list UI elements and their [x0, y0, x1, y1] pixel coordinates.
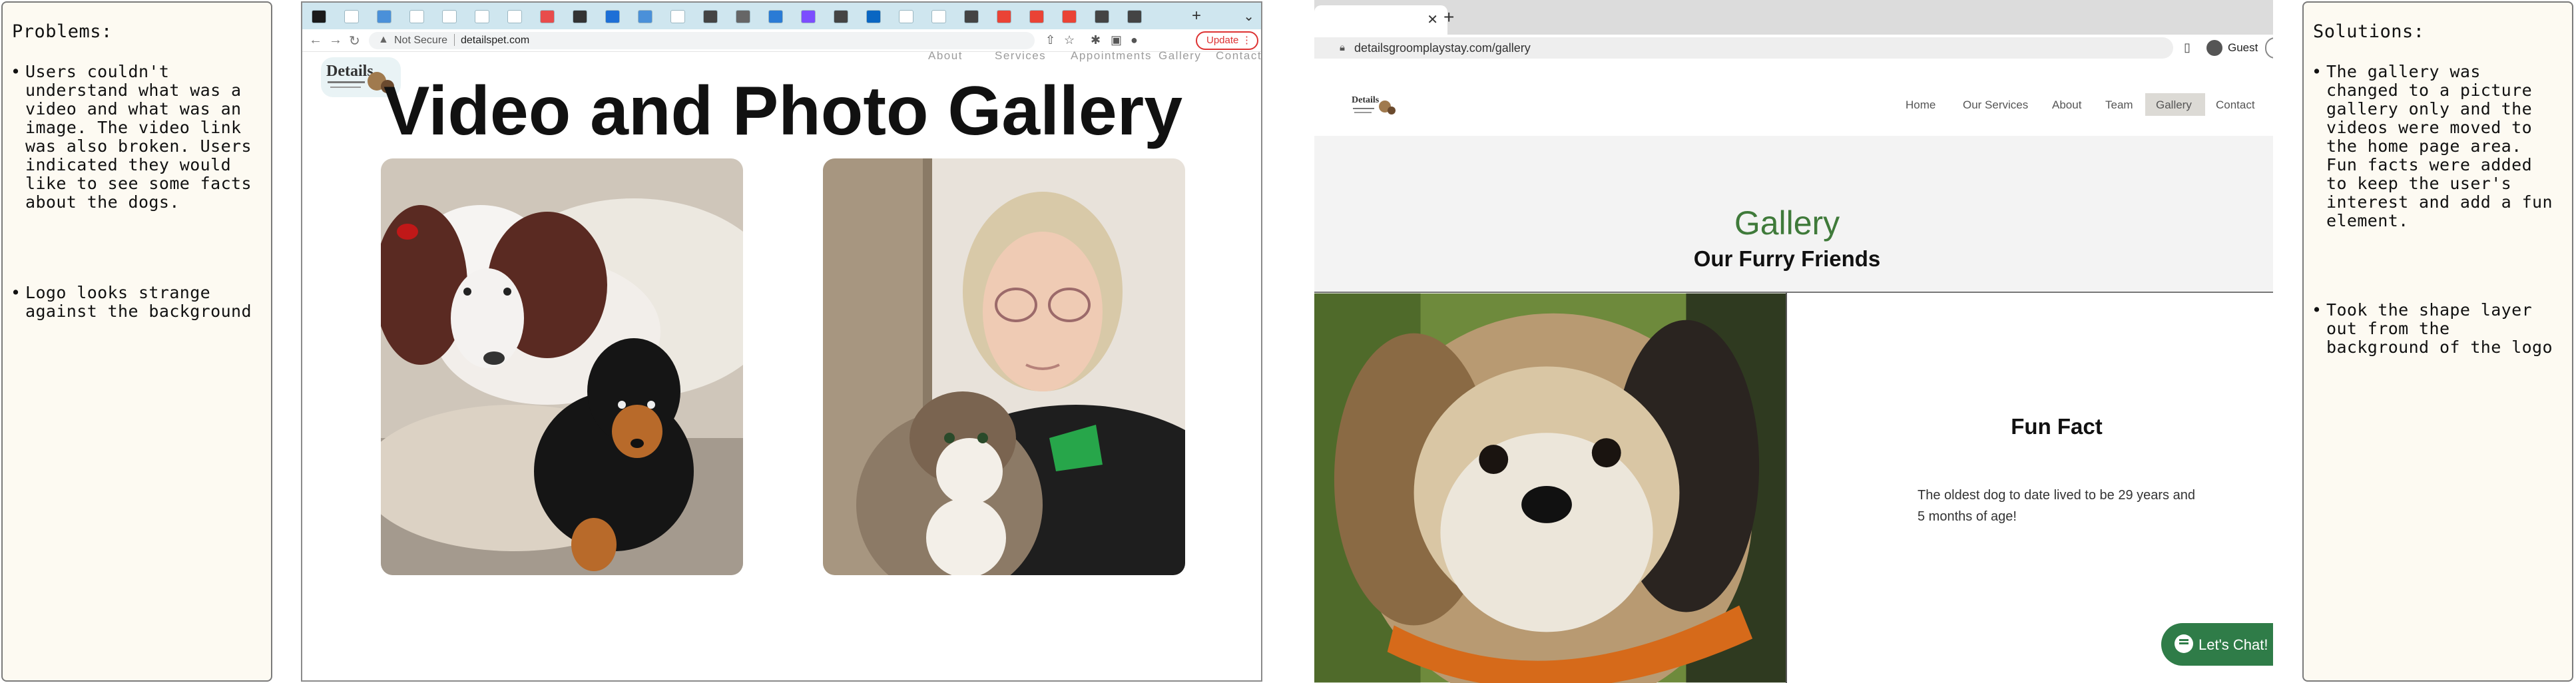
back-icon[interactable]: ← — [309, 33, 322, 48]
nav-about[interactable]: About — [2052, 99, 2081, 112]
nav-team[interactable]: Team — [2105, 99, 2133, 112]
photo-dogs[interactable] — [381, 158, 743, 575]
tab-favicon-icon[interactable] — [736, 10, 750, 23]
side-panel-icon[interactable]: ▣ — [1111, 33, 1122, 47]
menu-dots-icon: ⋮ — [1242, 35, 1252, 46]
share-icon[interactable]: ⇧ — [1045, 33, 1055, 47]
fun-fact-text: The oldest dog to date lived to be 29 ye… — [1918, 488, 2195, 524]
reload-icon[interactable]: ↻ — [349, 33, 360, 49]
photo-person-cat[interactable] — [823, 158, 1185, 575]
tab-favicon-icon[interactable] — [540, 10, 555, 23]
active-tab[interactable]: ✕ — [1314, 5, 1447, 35]
warning-icon: ▲ — [378, 34, 389, 45]
solutions-heading: Solutions: — [2313, 21, 2425, 42]
problem-item: Users couldn't understand what was a vid… — [11, 63, 258, 212]
tab-favicon-icon[interactable] — [573, 10, 587, 23]
tab-favicon-icon[interactable] — [442, 10, 457, 23]
new-tab-icon[interactable]: + — [1443, 7, 1454, 28]
browser-tab-strip: ✕ + — [1314, 0, 2273, 35]
extensions-icon[interactable]: ✱ — [1091, 33, 1101, 47]
old-nav-contact[interactable]: Contact — [1216, 49, 1261, 63]
address-bar: ← → ↻ ▲ Not Secure detailspet.com ⇧ ☆ ✱ … — [302, 29, 1261, 52]
tab-favicon-icon[interactable] — [605, 10, 620, 23]
tab-favicon-icon[interactable] — [1127, 10, 1142, 23]
tab-favicon-icon[interactable] — [834, 10, 848, 23]
problems-panel: Problems: Users couldn't understand what… — [1, 1, 272, 682]
tab-favicon-icon[interactable] — [377, 10, 391, 23]
gallery-title: Gallery — [1734, 204, 1840, 242]
chevron-down-icon[interactable]: ⌄ — [1243, 8, 1254, 25]
omnibox[interactable]: ▲ Not Secure detailspet.com — [369, 32, 1035, 49]
close-icon[interactable]: ✕ — [1427, 11, 1438, 28]
nav-home[interactable]: Home — [1906, 99, 1935, 112]
nav-gallery[interactable]: Gallery — [2156, 99, 2192, 112]
lock-icon: 🔒︎ — [1340, 42, 1345, 53]
update-button[interactable]: Update ⋮ — [1196, 31, 1258, 50]
tab-favicon-icon[interactable] — [997, 10, 1011, 23]
new-tab-icon[interactable]: + — [1192, 7, 1201, 25]
solution-item: The gallery was changed to a picture gal… — [2312, 63, 2559, 230]
new-site-screenshot: ✕ + 🔒︎ detailsgroomplaystay.com/gallery … — [1314, 0, 2273, 683]
tab-favicon-icon[interactable] — [507, 10, 522, 23]
chat-bubble-icon — [2175, 634, 2193, 653]
profile-avatar-icon[interactable]: ● — [1131, 33, 1138, 47]
new-logo[interactable]: Details — [1352, 92, 1397, 117]
chat-label: Let's Chat! — [2198, 636, 2268, 653]
gallery-subtitle: Our Furry Friends — [1693, 246, 1881, 271]
old-nav-services[interactable]: Services — [995, 49, 1046, 63]
url-text[interactable]: detailspet.com — [461, 35, 529, 47]
url-text[interactable]: detailsgroomplaystay.com/gallery — [1354, 41, 1531, 55]
new-logo-text: Details — [1352, 95, 1380, 105]
tab-favicon-icon[interactable] — [475, 10, 489, 23]
old-page-title: Video and Photo Gallery — [383, 73, 1183, 150]
tab-favicon-icon[interactable] — [931, 10, 946, 23]
browser-tab-strip: + ⌄ — [302, 3, 1261, 29]
old-site-screenshot: + ⌄ ← → ↻ ▲ Not Secure detailspet.com ⇧ … — [301, 1, 1262, 682]
old-nav-appointments[interactable]: Appointments — [1071, 49, 1152, 63]
tab-favicon-icon[interactable] — [801, 10, 816, 23]
tab-favicon-icon[interactable] — [312, 10, 326, 23]
tab-favicon-icon[interactable] — [1062, 10, 1077, 23]
omnibox[interactable]: 🔒︎ detailsgroomplaystay.com/gallery — [1314, 37, 2173, 59]
tab-favicon-icon[interactable] — [1029, 10, 1044, 23]
problem-item: Logo looks strange against the backgroun… — [11, 284, 258, 321]
tab-favicon-icon[interactable] — [1095, 10, 1109, 23]
profile-label[interactable]: Guest — [2228, 41, 2258, 55]
bookmark-star-icon[interactable]: ☆ — [1064, 33, 1075, 47]
tab-favicon-icon[interactable] — [638, 10, 652, 23]
tab-favicon-icon[interactable] — [409, 10, 424, 23]
solution-item: Took the shape layer out from the backgr… — [2312, 301, 2559, 357]
solutions-panel: Solutions: The gallery was changed to a … — [2302, 1, 2573, 682]
tab-favicon-icon[interactable] — [703, 10, 718, 23]
tab-favicon-icon[interactable] — [964, 10, 979, 23]
forward-icon[interactable]: → — [329, 33, 342, 48]
tab-favicon-icon[interactable] — [899, 10, 913, 23]
old-nav-about[interactable]: About — [928, 49, 963, 63]
toolbar-edge-button[interactable] — [2265, 37, 2273, 59]
address-bar: 🔒︎ detailsgroomplaystay.com/gallery ▯ Gu… — [1314, 35, 2273, 61]
nav-contact[interactable]: Contact — [2216, 99, 2255, 112]
side-panel-icon[interactable]: ▯ — [2184, 41, 2190, 55]
nav-our-services[interactable]: Our Services — [1963, 99, 2028, 112]
tab-favicon-icon[interactable] — [866, 10, 881, 23]
tab-favicon-icon[interactable] — [768, 10, 783, 23]
fun-fact-title: Fun Fact — [2011, 414, 2103, 439]
chat-button[interactable]: Let's Chat! — [2161, 623, 2273, 666]
security-label: Not Secure — [394, 35, 448, 46]
tab-favicon-icon[interactable] — [344, 10, 359, 23]
problems-heading: Problems: — [12, 21, 113, 42]
profile-avatar-icon[interactable] — [2206, 40, 2222, 56]
photo-shih-tzu[interactable] — [1314, 293, 1787, 683]
tab-favicon-icon[interactable] — [670, 10, 685, 23]
old-nav-gallery[interactable]: Gallery — [1159, 49, 1201, 63]
gallery-header-band: Gallery Our Furry Friends — [1314, 136, 2273, 293]
